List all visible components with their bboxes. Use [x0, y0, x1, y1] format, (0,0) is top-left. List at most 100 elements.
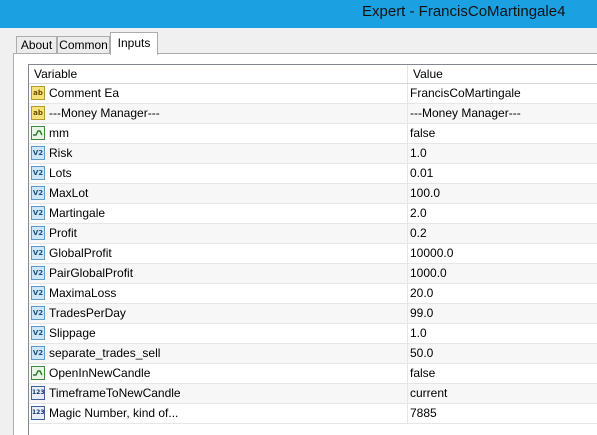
- value-cell[interactable]: false: [408, 364, 597, 383]
- table-row[interactable]: ab Comment Ea FrancisCoMartingale: [29, 84, 597, 104]
- table-row[interactable]: V2 GlobalProfit 10000.0: [29, 244, 597, 264]
- value-cell[interactable]: 20.0: [408, 284, 597, 303]
- variable-cell[interactable]: 123 Magic Number, kind of...: [29, 404, 408, 423]
- variable-cell[interactable]: V2 TradesPerDay: [29, 304, 408, 323]
- variable-value[interactable]: false: [410, 124, 435, 143]
- value-cell[interactable]: 10000.0: [408, 244, 597, 263]
- variable-cell[interactable]: V2 Profit: [29, 224, 408, 243]
- table-row[interactable]: ab ---Money Manager--- ---Money Manager---: [29, 104, 597, 124]
- variable-name: Profit: [49, 226, 78, 240]
- integer-type-icon: 123: [31, 386, 45, 400]
- table-row[interactable]: V2 MaximaLoss 20.0: [29, 284, 597, 304]
- table-row[interactable]: V2 Martingale 2.0: [29, 204, 597, 224]
- value-cell[interactable]: 100.0: [408, 184, 597, 203]
- variable-value[interactable]: ---Money Manager---: [410, 104, 521, 123]
- variable-cell[interactable]: V2 Lots: [29, 164, 408, 183]
- variable-value[interactable]: 99.0: [410, 304, 433, 323]
- value-cell[interactable]: 99.0: [408, 304, 597, 323]
- table-row[interactable]: mm false: [29, 124, 597, 144]
- value-cell[interactable]: current: [408, 384, 597, 403]
- table-row[interactable]: 123 TimeframeToNewCandle current: [29, 384, 597, 404]
- variable-value[interactable]: 2.0: [410, 204, 427, 223]
- table-row[interactable]: OpenInNewCandle false: [29, 364, 597, 384]
- variable-cell[interactable]: V2 MaxLot: [29, 184, 408, 203]
- tab-about[interactable]: About: [16, 36, 57, 54]
- tab-common[interactable]: Common: [57, 36, 110, 54]
- double-type-icon: V2: [31, 206, 45, 220]
- variable-value[interactable]: 1.0: [410, 324, 427, 343]
- variable-name: OpenInNewCandle: [49, 366, 151, 380]
- table-row[interactable]: V2 Profit 0.2: [29, 224, 597, 244]
- title-bar[interactable]: Expert - FrancisCoMartingale4: [0, 0, 597, 28]
- value-cell[interactable]: false: [408, 124, 597, 143]
- double-type-icon: V2: [31, 246, 45, 260]
- variable-cell[interactable]: V2 MaximaLoss: [29, 284, 408, 303]
- value-cell[interactable]: 2.0: [408, 204, 597, 223]
- value-cell[interactable]: 7885: [408, 404, 597, 423]
- column-header-variable[interactable]: Variable: [29, 65, 408, 83]
- variable-value[interactable]: FrancisCoMartingale: [410, 84, 521, 103]
- value-cell[interactable]: 50.0: [408, 344, 597, 363]
- variable-value[interactable]: 20.0: [410, 284, 433, 303]
- double-type-icon: V2: [31, 346, 45, 360]
- table-row[interactable]: V2 TradesPerDay 99.0: [29, 304, 597, 324]
- variable-value[interactable]: 0.2: [410, 224, 427, 243]
- variable-cell[interactable]: V2 Risk: [29, 144, 408, 163]
- variable-value[interactable]: false: [410, 364, 435, 383]
- variable-cell[interactable]: ab ---Money Manager---: [29, 104, 408, 123]
- variable-value[interactable]: 0.01: [410, 164, 433, 183]
- variable-value[interactable]: 1.0: [410, 144, 427, 163]
- variable-value[interactable]: current: [410, 384, 447, 403]
- variable-value[interactable]: 50.0: [410, 344, 433, 363]
- table-row[interactable]: V2 Risk 1.0: [29, 144, 597, 164]
- table-row[interactable]: 123 Magic Number, kind of... 7885: [29, 404, 597, 424]
- double-type-icon: V2: [31, 166, 45, 180]
- variable-value[interactable]: 1000.0: [410, 264, 447, 283]
- variable-value[interactable]: 7885: [410, 404, 437, 423]
- value-cell[interactable]: 1.0: [408, 324, 597, 343]
- column-header-value[interactable]: Value: [408, 65, 597, 83]
- variable-cell[interactable]: ab Comment Ea: [29, 84, 408, 103]
- value-cell[interactable]: ---Money Manager---: [408, 104, 597, 123]
- string-type-icon: ab: [31, 106, 45, 120]
- variable-name: Comment Ea: [49, 86, 120, 100]
- tab-strip: About Common Inputs: [0, 28, 597, 56]
- variable-name: Slippage: [49, 326, 96, 340]
- variable-name: separate_trades_sell: [49, 346, 161, 360]
- value-cell[interactable]: 1000.0: [408, 264, 597, 283]
- variable-cell[interactable]: V2 Slippage: [29, 324, 408, 343]
- value-cell[interactable]: 0.2: [408, 224, 597, 243]
- table-row[interactable]: V2 Slippage 1.0: [29, 324, 597, 344]
- variable-cell[interactable]: OpenInNewCandle: [29, 364, 408, 383]
- variable-value[interactable]: 100.0: [410, 184, 440, 203]
- variable-cell[interactable]: V2 separate_trades_sell: [29, 344, 408, 363]
- bool-type-icon: [31, 126, 45, 140]
- variable-cell[interactable]: 123 TimeframeToNewCandle: [29, 384, 408, 403]
- double-type-icon: V2: [31, 286, 45, 300]
- table-row[interactable]: V2 MaxLot 100.0: [29, 184, 597, 204]
- value-cell[interactable]: 0.01: [408, 164, 597, 183]
- variable-name: MaximaLoss: [49, 286, 117, 300]
- window-title: Expert - FrancisCoMartingale4: [362, 3, 566, 20]
- string-type-icon: ab: [31, 86, 45, 100]
- double-type-icon: V2: [31, 266, 45, 280]
- table-row[interactable]: V2 PairGlobalProfit 1000.0: [29, 264, 597, 284]
- variable-name: TradesPerDay: [49, 306, 126, 320]
- variable-cell[interactable]: V2 PairGlobalProfit: [29, 264, 408, 283]
- tab-inputs[interactable]: Inputs: [110, 32, 158, 55]
- table-row[interactable]: V2 Lots 0.01: [29, 164, 597, 184]
- variable-name: Magic Number, kind of...: [49, 406, 179, 420]
- value-cell[interactable]: 1.0: [408, 144, 597, 163]
- variable-cell[interactable]: mm: [29, 124, 408, 143]
- variable-name: mm: [49, 126, 69, 140]
- variable-cell[interactable]: V2 Martingale: [29, 204, 408, 223]
- variable-name: GlobalProfit: [49, 246, 112, 260]
- inputs-grid[interactable]: Variable Value ab Comment Ea FrancisCoMart…: [28, 64, 597, 435]
- variable-cell[interactable]: V2 GlobalProfit: [29, 244, 408, 263]
- variable-name: Lots: [49, 166, 72, 180]
- value-cell[interactable]: FrancisCoMartingale: [408, 84, 597, 103]
- table-row[interactable]: V2 separate_trades_sell 50.0: [29, 344, 597, 364]
- variable-value[interactable]: 10000.0: [410, 244, 453, 263]
- grid-header: Variable Value: [29, 65, 597, 84]
- variable-name: MaxLot: [49, 186, 89, 200]
